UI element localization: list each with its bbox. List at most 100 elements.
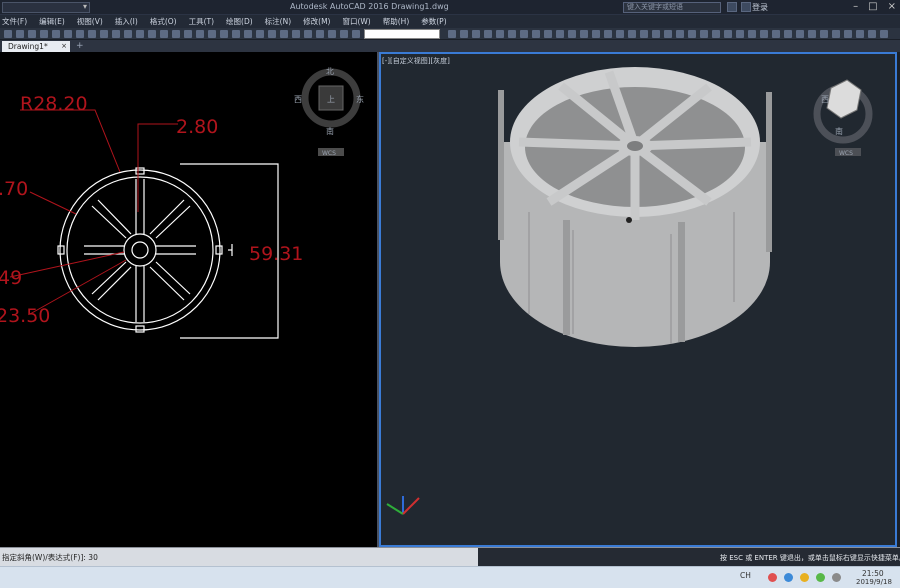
toolbar-button-icon[interactable]	[508, 30, 516, 38]
toolbar-button-icon[interactable]	[736, 30, 744, 38]
toolbar-button-icon[interactable]	[496, 30, 504, 38]
toolbar-button-icon[interactable]	[76, 30, 84, 38]
menu-item[interactable]: 参数(P)	[421, 16, 446, 27]
toolbar-button-icon[interactable]	[280, 30, 288, 38]
toolbar-button-icon[interactable]	[64, 30, 72, 38]
workspace-dropdown[interactable]: ▾	[2, 2, 90, 13]
menu-item[interactable]: 编辑(E)	[39, 16, 65, 27]
toolbar-button-icon[interactable]	[604, 30, 612, 38]
toolbar-button-icon[interactable]	[112, 30, 120, 38]
toolbar-button-icon[interactable]	[52, 30, 60, 38]
toolbar-button-icon[interactable]	[556, 30, 564, 38]
wcs-label[interactable]: WCS	[322, 150, 336, 157]
toolbar-button-icon[interactable]	[244, 30, 252, 38]
toolbar-button-icon[interactable]	[628, 30, 636, 38]
toolbar-button-icon[interactable]	[148, 30, 156, 38]
toolbar-button-icon[interactable]	[352, 30, 360, 38]
menu-item[interactable]: 视图(V)	[77, 16, 103, 27]
toolbar-button-icon[interactable]	[580, 30, 588, 38]
language-indicator[interactable]: CH	[740, 571, 751, 580]
toolbar-button-icon[interactable]	[448, 30, 456, 38]
toolbar-button-icon[interactable]	[328, 30, 336, 38]
user-icon[interactable]	[741, 2, 751, 12]
toolbar-button-icon[interactable]	[760, 30, 768, 38]
wcs-label[interactable]: WCS	[839, 150, 853, 157]
toolbar-button-icon[interactable]	[832, 30, 840, 38]
volume-icon[interactable]	[832, 573, 841, 582]
toolbar-button-icon[interactable]	[688, 30, 696, 38]
tray-icon-2[interactable]	[784, 573, 793, 582]
toolbar-button-icon[interactable]	[184, 30, 192, 38]
new-tab-button[interactable]: +	[76, 41, 84, 51]
toolbar-button-icon[interactable]	[136, 30, 144, 38]
tray-icon-1[interactable]	[768, 573, 777, 582]
menu-item[interactable]: 插入(I)	[115, 16, 138, 27]
toolbar-button-icon[interactable]	[40, 30, 48, 38]
toolbar-button-icon[interactable]	[4, 30, 12, 38]
menu-item[interactable]: 绘图(D)	[226, 16, 253, 27]
toolbar-button-icon[interactable]	[232, 30, 240, 38]
maximize-icon[interactable]: □	[868, 1, 877, 12]
toolbar-button-icon[interactable]	[712, 30, 720, 38]
toolbar-button-icon[interactable]	[316, 30, 324, 38]
toolbar-button-icon[interactable]	[544, 30, 552, 38]
tray-icon-3[interactable]	[800, 573, 809, 582]
toolbar-button-icon[interactable]	[292, 30, 300, 38]
toolbar-button-icon[interactable]	[700, 30, 708, 38]
toolbar-button-icon[interactable]	[652, 30, 660, 38]
toolbar-button-icon[interactable]	[724, 30, 732, 38]
menu-item[interactable]: 标注(N)	[265, 16, 291, 27]
toolbar-button-icon[interactable]	[844, 30, 852, 38]
toolbar-button-icon[interactable]	[304, 30, 312, 38]
menu-item[interactable]: 格式(O)	[150, 16, 177, 27]
toolbar-button-icon[interactable]	[208, 30, 216, 38]
toolbar-button-icon[interactable]	[124, 30, 132, 38]
toolbar-button-icon[interactable]	[16, 30, 24, 38]
search-icon[interactable]	[727, 2, 737, 12]
menu-item[interactable]: 窗口(W)	[342, 16, 370, 27]
toolbar-button-icon[interactable]	[808, 30, 816, 38]
toolbar-button-icon[interactable]	[340, 30, 348, 38]
viewcube-top[interactable]: 北 南 东 西 上 WCS	[294, 67, 364, 157]
toolbar-button-icon[interactable]	[748, 30, 756, 38]
toolbar-button-icon[interactable]	[484, 30, 492, 38]
toolbar-button-icon[interactable]	[256, 30, 264, 38]
menu-item[interactable]: 修改(M)	[303, 16, 330, 27]
toolbar-button-icon[interactable]	[568, 30, 576, 38]
minimize-icon[interactable]: –	[853, 1, 858, 12]
toolbar-button-icon[interactable]	[676, 30, 684, 38]
toolbar-button-icon[interactable]	[520, 30, 528, 38]
toolbar-button-icon[interactable]	[868, 30, 876, 38]
toolbar-button-icon[interactable]	[664, 30, 672, 38]
menu-item[interactable]: 文件(F)	[2, 16, 27, 27]
toolbar-button-icon[interactable]	[796, 30, 804, 38]
login-button[interactable]: 登录	[752, 2, 768, 13]
toolbar-button-icon[interactable]	[820, 30, 828, 38]
menu-item[interactable]: 工具(T)	[189, 16, 214, 27]
toolbar-button-icon[interactable]	[88, 30, 96, 38]
toolbar-button-icon[interactable]	[880, 30, 888, 38]
viewport-right[interactable]: [-][自定义视图][灰度] 西 南 WCS	[379, 52, 897, 547]
toolbar-button-icon[interactable]	[532, 30, 540, 38]
toolbar-button-icon[interactable]	[592, 30, 600, 38]
toolbar-button-icon[interactable]	[784, 30, 792, 38]
close-icon[interactable]: ×	[888, 1, 896, 12]
viewport-left[interactable]: R28.20 2.80 .70 49 23.50 59.31 北 南 东 西 上…	[0, 52, 377, 547]
menu-item[interactable]: 帮助(H)	[383, 16, 410, 27]
toolbar-button-icon[interactable]	[856, 30, 864, 38]
viewport-label[interactable]: [-][自定义视图][灰度]	[382, 56, 450, 66]
toolbar-button-icon[interactable]	[220, 30, 228, 38]
tab-drawing1[interactable]: Drawing1* ×	[2, 41, 70, 52]
close-icon[interactable]: ×	[61, 41, 67, 52]
toolbar-button-icon[interactable]	[100, 30, 108, 38]
clock-date[interactable]: 2019/9/18	[856, 578, 892, 586]
toolbar-button-icon[interactable]	[28, 30, 36, 38]
layer-dropdown[interactable]	[364, 29, 440, 39]
viewcube-3d[interactable]: 西 南 WCS	[813, 79, 873, 157]
command-input[interactable]: 指定斜角(W)/表达式(F)]: 30	[0, 552, 478, 563]
toolbar-button-icon[interactable]	[472, 30, 480, 38]
tray-icon-4[interactable]	[816, 573, 825, 582]
search-input[interactable]: 键入关键字或短语	[623, 2, 721, 13]
toolbar-button-icon[interactable]	[640, 30, 648, 38]
toolbar-button-icon[interactable]	[460, 30, 468, 38]
